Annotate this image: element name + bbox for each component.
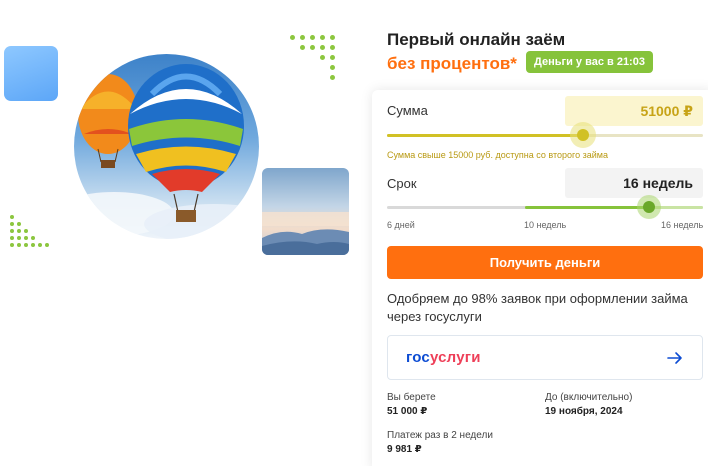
gosuslugi-logo: госуслуги (406, 349, 481, 366)
term-tick-mid: 10 недель (524, 220, 567, 230)
until-label: До (включительно) (545, 392, 633, 403)
decorative-dots-top (280, 35, 335, 80)
gosuslugi-logo-part1: гос (406, 349, 430, 366)
term-slider-fill (525, 206, 650, 209)
decorative-blue-square (4, 46, 58, 101)
money-time-badge: Деньги у вас в 21:03 (526, 51, 653, 73)
approval-text: Одобряем до 98% заявок при оформлении за… (387, 291, 688, 324)
get-money-button[interactable]: Получить деньги (387, 246, 703, 279)
gosuslugi-logo-part2: услуги (429, 349, 481, 366)
borrow-value: 51 000 ₽ (387, 406, 428, 417)
term-label: Срок (387, 176, 417, 191)
sum-label: Сумма (387, 103, 428, 118)
term-value-input[interactable]: 16 недель (565, 168, 703, 198)
payment-value: 9 981 ₽ (387, 444, 422, 455)
term-tick-min: 6 дней (387, 220, 415, 230)
gosuslugi-login-button[interactable]: госуслуги (387, 335, 703, 380)
offer-title: Первый онлайн заём (387, 30, 566, 49)
sum-slider-thumb-core[interactable] (576, 129, 589, 141)
payment-label: Платеж раз в 2 недели (387, 430, 493, 441)
borrow-label: Вы берете (387, 392, 436, 403)
offer-subtitle: без процентов* (387, 54, 517, 73)
sky-horizon-photo (262, 168, 349, 255)
until-value: 19 ноября, 2024 (545, 406, 623, 417)
arrow-right-icon (667, 351, 682, 364)
sum-hint: Сумма свыше 15000 руб. доступна со второ… (387, 150, 608, 160)
sum-slider-fill (387, 134, 583, 137)
decorative-dots-left (10, 215, 49, 247)
hot-air-balloons-photo (74, 54, 259, 239)
term-tick-max: 16 недель (661, 220, 704, 230)
